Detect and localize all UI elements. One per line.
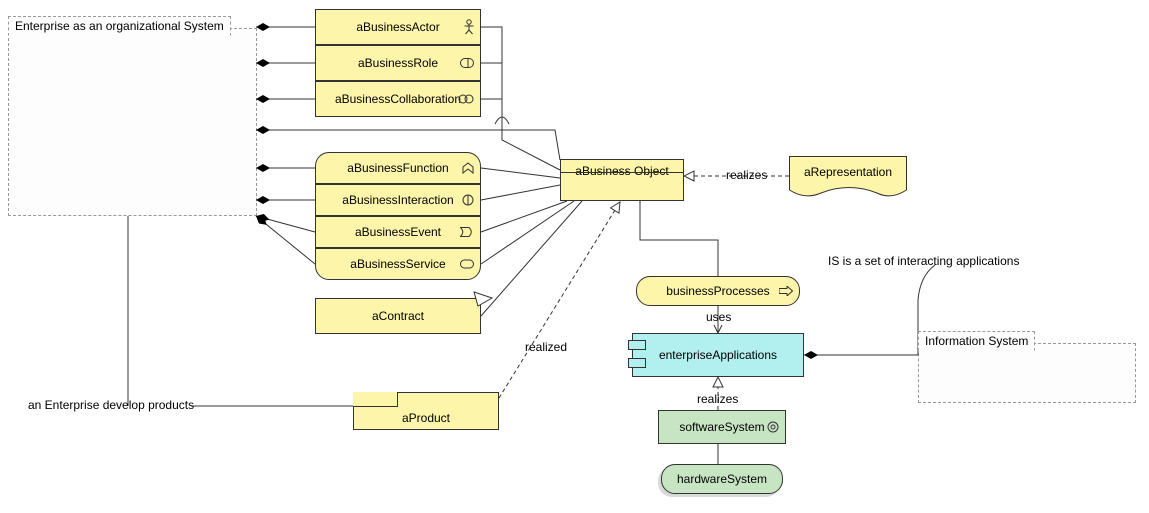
business-collaboration-label: aBusinessCollaboration: [335, 92, 461, 106]
contract-label: aContract: [372, 309, 424, 323]
realized-label: realized: [525, 340, 567, 354]
interaction-icon: [462, 194, 474, 206]
business-object-label: aBusiness Object: [575, 164, 668, 178]
representation: aRepresentation: [789, 156, 907, 200]
realizes-label-1: realizes: [726, 168, 767, 182]
hardware-system-label: hardwareSystem: [677, 472, 767, 486]
business-function-label: aBusinessFunction: [347, 161, 448, 175]
actor-icon: [464, 19, 474, 35]
process-icon: [779, 286, 793, 296]
business-role: aBusinessRole: [315, 45, 481, 81]
service-icon: [460, 260, 474, 269]
business-event: aBusinessEvent: [315, 216, 481, 248]
event-icon: [460, 227, 474, 237]
enterprise-label: Enterprise as an organizational System: [8, 16, 231, 36]
uses-label: uses: [706, 310, 731, 324]
business-actor-label: aBusinessActor: [356, 20, 439, 34]
business-processes-label: businessProcesses: [666, 284, 769, 298]
business-service-label: aBusinessService: [350, 257, 445, 271]
product-label: aProduct: [402, 411, 450, 425]
function-icon: [462, 162, 474, 174]
business-role-label: aBusinessRole: [358, 56, 438, 70]
component-lug-1: [628, 340, 646, 350]
realizes-label-2: realizes: [697, 392, 738, 406]
enterprise-box: [8, 28, 257, 216]
business-event-label: aBusinessEvent: [355, 225, 441, 239]
business-object-divider: [560, 172, 684, 173]
enterprise-applications: enterpriseApplications: [632, 333, 804, 377]
system-software-icon: [767, 421, 779, 433]
product-tab: [353, 392, 398, 407]
enterprise-applications-label: enterpriseApplications: [659, 348, 777, 362]
software-system: softwareSystem: [658, 410, 786, 444]
component-lug-2: [628, 358, 646, 368]
business-function: aBusinessFunction: [315, 152, 481, 184]
contract: aContract: [315, 298, 481, 334]
hardware-system: hardwareSystem: [661, 464, 783, 494]
information-system-box: [918, 343, 1136, 403]
is-note: IS is a set of interacting applications: [828, 254, 1019, 268]
business-actor: aBusinessActor: [315, 9, 481, 45]
information-system-label: Information System: [918, 331, 1035, 351]
business-interaction: aBusinessInteraction: [315, 184, 481, 216]
software-system-label: softwareSystem: [679, 420, 764, 434]
business-processes: businessProcesses: [636, 276, 800, 306]
business-collaboration: aBusinessCollaboration: [315, 81, 481, 117]
collaboration-icon: [458, 94, 474, 104]
business-interaction-label: aBusinessInteraction: [342, 193, 453, 207]
role-icon: [460, 58, 474, 68]
business-object: aBusiness Object: [560, 159, 684, 201]
enterprise-products-note: an Enterprise develop products: [28, 398, 194, 412]
business-service: aBusinessService: [315, 248, 481, 280]
representation-label: aRepresentation: [789, 165, 907, 179]
